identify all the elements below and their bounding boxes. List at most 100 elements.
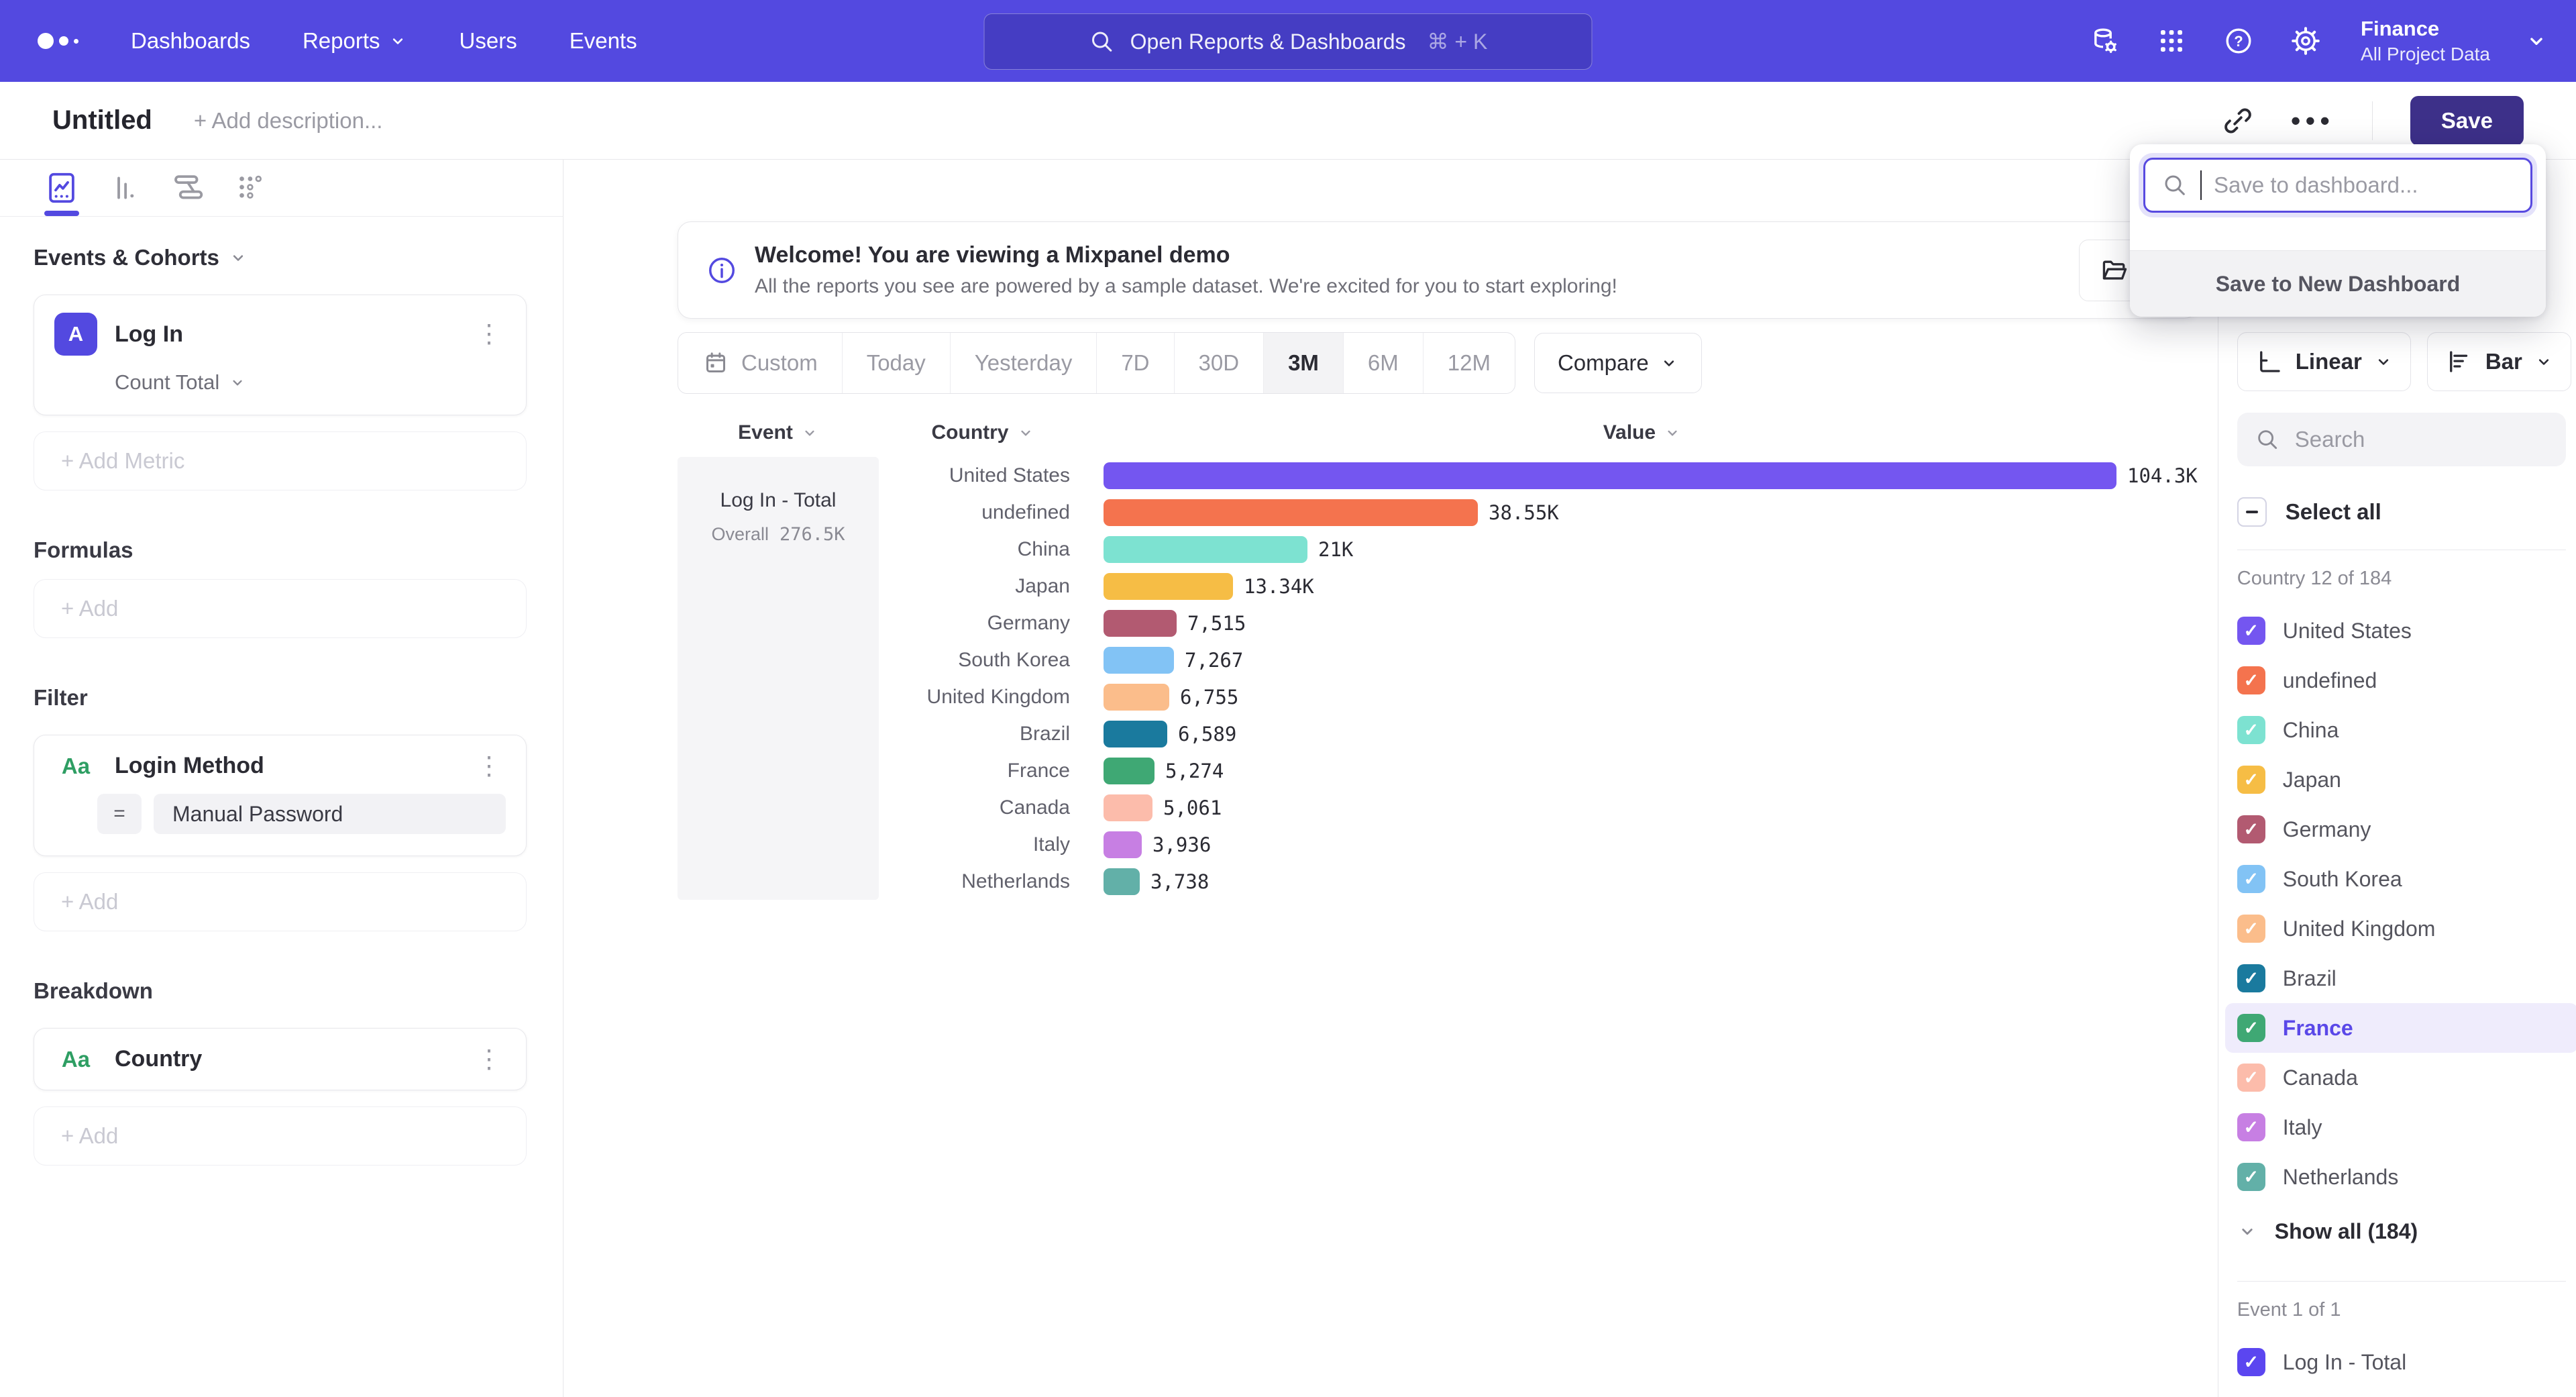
project-switcher[interactable]: Finance All Project Data: [2361, 16, 2490, 66]
bar-segment[interactable]: [1104, 573, 1233, 600]
bar-segment[interactable]: [1104, 536, 1307, 563]
date-range-30d[interactable]: 30D: [1175, 333, 1265, 393]
save-button[interactable]: Save: [2410, 96, 2524, 146]
nav-item-reports[interactable]: Reports: [303, 28, 407, 54]
country-filter-row[interactable]: ✓United Kingdom: [2225, 904, 2576, 953]
checkbox-checked[interactable]: ✓: [2237, 865, 2265, 893]
global-search-button[interactable]: Open Reports & Dashboards ⌘ + K: [984, 13, 1593, 70]
country-filter-row[interactable]: ✓Brazil: [2225, 953, 2576, 1003]
select-all-row[interactable]: Select all: [2237, 497, 2566, 527]
chevron-down-icon: [801, 424, 818, 442]
bar-segment[interactable]: [1104, 794, 1152, 821]
show-all-button[interactable]: Show all (184): [2237, 1204, 2566, 1258]
checkbox-checked[interactable]: ✓: [2237, 666, 2265, 694]
bar-segment[interactable]: [1104, 499, 1478, 526]
filter-header: Filter: [34, 685, 527, 711]
bar-segment[interactable]: [1104, 610, 1177, 637]
aggregation-selector[interactable]: Count Total: [115, 370, 506, 395]
date-range-6m[interactable]: 6M: [1344, 333, 1424, 393]
add-description-button[interactable]: + Add description...: [194, 108, 383, 134]
checkbox-checked[interactable]: ✓: [2237, 1064, 2265, 1092]
filter-operator[interactable]: =: [97, 794, 142, 834]
bar-segment[interactable]: [1104, 647, 1174, 674]
kebab-menu-icon[interactable]: ⋮: [472, 754, 506, 779]
legend-search-input[interactable]: Search: [2237, 413, 2566, 466]
date-range-12m[interactable]: 12M: [1424, 333, 1515, 393]
checkbox-checked[interactable]: ✓: [2237, 815, 2265, 843]
data-management-icon[interactable]: [2088, 25, 2121, 57]
chevron-down-icon[interactable]: [2525, 30, 2548, 52]
mixpanel-logo[interactable]: [38, 33, 78, 49]
kebab-menu-icon[interactable]: ⋮: [472, 1047, 506, 1072]
tab-insights[interactable]: [43, 164, 80, 211]
breakdown-property-name[interactable]: Country: [115, 1046, 455, 1072]
country-filter-row[interactable]: ✓Italy: [2225, 1102, 2576, 1152]
date-range-yesterday[interactable]: Yesterday: [951, 333, 1097, 393]
settings-gear-icon[interactable]: [2290, 25, 2322, 57]
bar-segment[interactable]: [1104, 462, 2116, 489]
column-header-value[interactable]: Value: [1087, 421, 2198, 444]
share-link-icon[interactable]: [2222, 105, 2253, 136]
help-icon[interactable]: ?: [2222, 25, 2255, 57]
country-filter-row[interactable]: ✓undefined: [2225, 656, 2576, 705]
checkbox-checked[interactable]: ✓: [2237, 1113, 2265, 1141]
save-to-new-dashboard-button[interactable]: Save to New Dashboard: [2130, 250, 2546, 317]
country-filter-row[interactable]: ✓South Korea: [2225, 854, 2576, 904]
date-range-custom[interactable]: Custom: [678, 333, 843, 393]
report-title[interactable]: Untitled: [52, 105, 152, 136]
nav-item-label: Dashboards: [131, 28, 250, 54]
column-header-event[interactable]: Event: [678, 421, 879, 444]
country-filter-row[interactable]: ✓Japan: [2225, 755, 2576, 805]
svg-text:?: ?: [2234, 33, 2243, 50]
add-breakdown-button[interactable]: + Add: [34, 1106, 527, 1166]
checkbox-checked[interactable]: ✓: [2237, 915, 2265, 943]
checkbox-checked[interactable]: ✓: [2237, 1348, 2265, 1376]
bar-segment[interactable]: [1104, 758, 1155, 784]
tab-flows[interactable]: [169, 164, 207, 211]
checkbox-checked[interactable]: ✓: [2237, 716, 2265, 744]
nav-item-dashboards[interactable]: Dashboards: [131, 28, 250, 54]
date-range-3m[interactable]: 3M: [1264, 333, 1344, 393]
country-filter-row[interactable]: ✓Netherlands: [2225, 1152, 2576, 1202]
search-shortcut: ⌘ + K: [1428, 29, 1488, 54]
bar-segment[interactable]: [1104, 721, 1167, 747]
chart-style-selector[interactable]: Bar: [2427, 332, 2571, 391]
nav-item-events[interactable]: Events: [570, 28, 637, 54]
bar-segment[interactable]: [1104, 868, 1140, 895]
checkbox-checked[interactable]: ✓: [2237, 964, 2265, 992]
checkbox-checked[interactable]: ✓: [2237, 1163, 2265, 1191]
country-filter-row[interactable]: ✓Germany: [2225, 805, 2576, 854]
checkbox-checked[interactable]: ✓: [2237, 617, 2265, 645]
column-header-country[interactable]: Country: [879, 421, 1087, 444]
bar-segment[interactable]: [1104, 831, 1142, 858]
more-options-button[interactable]: •••: [2291, 107, 2334, 135]
scale-selector[interactable]: Linear: [2237, 332, 2411, 391]
nav-item-users[interactable]: Users: [460, 28, 517, 54]
apps-grid-icon[interactable]: [2155, 25, 2188, 57]
tab-funnels[interactable]: [106, 164, 144, 211]
event-filter-row[interactable]: ✓Log In - Total: [2225, 1337, 2576, 1387]
country-filter-row[interactable]: ✓United States: [2225, 606, 2576, 656]
checkbox-indeterminate[interactable]: [2237, 497, 2267, 527]
add-formula-button[interactable]: + Add: [34, 579, 527, 638]
add-filter-button[interactable]: + Add: [34, 872, 527, 931]
filter-property-name[interactable]: Login Method: [115, 753, 455, 779]
filter-value[interactable]: Manual Password: [154, 794, 506, 834]
country-filter-row[interactable]: ✓China: [2225, 705, 2576, 755]
country-filter-row[interactable]: ✓Canada: [2225, 1053, 2576, 1102]
country-filter-row[interactable]: ✓France: [2225, 1003, 2576, 1053]
checkbox-checked[interactable]: ✓: [2237, 1014, 2265, 1042]
event-series-panel[interactable]: Log In - Total Overall 276.5K: [678, 457, 879, 900]
kebab-menu-icon[interactable]: ⋮: [472, 321, 506, 347]
bar-segment[interactable]: [1104, 684, 1169, 711]
string-property-badge: Aa: [54, 1047, 97, 1072]
add-metric-button[interactable]: + Add Metric: [34, 431, 527, 490]
compare-button[interactable]: Compare: [1534, 333, 1702, 393]
metric-event-name[interactable]: Log In: [115, 321, 455, 348]
events-cohorts-header[interactable]: Events & Cohorts: [34, 245, 527, 270]
date-range-today[interactable]: Today: [843, 333, 951, 393]
tab-retention[interactable]: [232, 164, 270, 211]
checkbox-checked[interactable]: ✓: [2237, 766, 2265, 794]
save-dashboard-search-input[interactable]: Save to dashboard...: [2143, 158, 2532, 213]
date-range-7d[interactable]: 7D: [1097, 333, 1174, 393]
